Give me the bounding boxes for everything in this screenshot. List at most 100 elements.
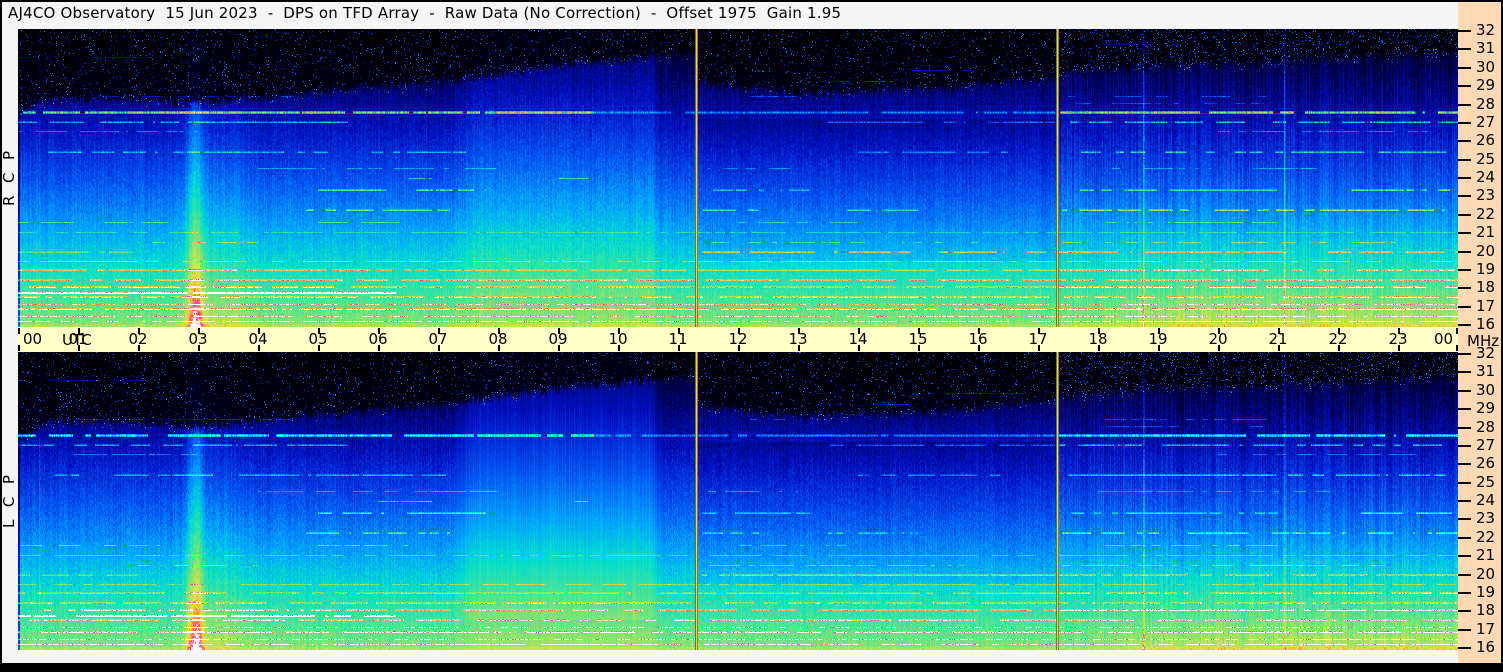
hour-label: 14 [848, 330, 868, 348]
hour-label: 13 [788, 330, 808, 348]
freq-tick [1458, 177, 1471, 179]
freq-tick [1458, 287, 1471, 290]
freq-tick [1458, 463, 1471, 466]
freq-label: 30 [1476, 380, 1496, 399]
freq-label: 25 [1476, 472, 1496, 491]
spectrogram-rcp [18, 29, 1458, 327]
hour-label: 07 [428, 330, 448, 348]
freq-label: 16 [1476, 315, 1496, 333]
freq-tick [1458, 628, 1471, 631]
hour-tick [1456, 328, 1458, 334]
freq-tick [1458, 232, 1471, 235]
freq-label: 32 [1476, 344, 1496, 362]
page-title: AJ4CO Observatory 15 Jun 2023 - DPS on T… [8, 4, 842, 22]
freq-label: 18 [1476, 278, 1496, 297]
freq-label: 30 [1476, 57, 1496, 76]
hour-label: 11 [668, 330, 688, 348]
hour-label: 08 [488, 330, 508, 348]
freq-label: 28 [1476, 417, 1496, 436]
freq-label: 28 [1476, 94, 1496, 113]
freq-tick [1458, 213, 1471, 216]
freq-tick [1458, 103, 1471, 106]
freq-tick [1458, 140, 1471, 143]
hour-label: 21 [1268, 330, 1288, 348]
freq-label: 31 [1476, 362, 1496, 381]
hour-label: 03 [188, 330, 208, 348]
freq-label: 24 [1476, 168, 1496, 186]
freq-label: 23 [1476, 186, 1496, 205]
freq-label: 20 [1476, 564, 1496, 583]
freq-label: 19 [1476, 582, 1496, 601]
freq-label: 23 [1476, 509, 1496, 528]
freq-tick [1458, 444, 1471, 447]
freq-tick [1458, 121, 1471, 124]
hour-label: 19 [1148, 330, 1168, 348]
hour-label: 05 [308, 330, 328, 348]
freq-label: 29 [1476, 76, 1496, 95]
freq-label: 24 [1476, 491, 1496, 509]
hour-label: 17 [1028, 330, 1048, 348]
freq-tick [1458, 481, 1471, 484]
hour-label: 10 [608, 330, 628, 348]
freq-tick [1458, 610, 1471, 613]
freq-tick [1458, 66, 1471, 69]
freq-label: 22 [1476, 527, 1496, 546]
hour-tick [1456, 345, 1458, 351]
freq-tick [1458, 408, 1471, 411]
freq-tick [1458, 518, 1471, 521]
hour-label: 00 [23, 330, 43, 348]
hour-tick [18, 328, 20, 334]
spectrogram-lcp [18, 352, 1458, 650]
freq-tick [1458, 353, 1471, 355]
hour-label: 04 [248, 330, 268, 348]
freq-tick [1458, 426, 1471, 429]
freq-label: 27 [1476, 112, 1496, 131]
freq-tick [1458, 30, 1471, 32]
freq-label: 26 [1476, 454, 1496, 473]
polarization-label-rcp: R C P [0, 150, 18, 207]
radio-spectrograph-screen: AJ4CO Observatory 15 Jun 2023 - DPS on T… [0, 0, 1503, 672]
freq-tick [1458, 591, 1471, 594]
freq-tick [1458, 48, 1471, 51]
hour-tick [18, 345, 20, 351]
polarization-label-lcp: L C P [0, 474, 18, 528]
freq-label: 27 [1476, 435, 1496, 454]
freq-label: 21 [1476, 546, 1496, 565]
freq-label: 31 [1476, 39, 1496, 58]
freq-tick [1458, 85, 1471, 88]
freq-label: 22 [1476, 204, 1496, 223]
freq-tick [1458, 268, 1471, 271]
freq-tick [1458, 389, 1471, 392]
hour-label: 23 [1388, 330, 1408, 348]
hour-label: 06 [368, 330, 388, 348]
hour-label: 02 [128, 330, 148, 348]
freq-tick [1458, 158, 1471, 161]
freq-tick [1458, 250, 1471, 253]
hour-label: 09 [548, 330, 568, 348]
freq-tick [1458, 324, 1471, 326]
freq-tick [1458, 305, 1471, 308]
freq-label: 25 [1476, 149, 1496, 168]
hour-label: 12 [728, 330, 748, 348]
freq-tick [1458, 647, 1471, 649]
hour-label: 01 [68, 330, 88, 348]
freq-label: 20 [1476, 241, 1496, 260]
freq-tick [1458, 536, 1471, 539]
hour-label: 00 [1434, 330, 1454, 348]
hour-label: 22 [1328, 330, 1348, 348]
hour-label: 20 [1208, 330, 1228, 348]
freq-label: 16 [1476, 638, 1496, 656]
freq-label: 21 [1476, 223, 1496, 242]
freq-tick [1458, 555, 1471, 558]
freq-label: 29 [1476, 399, 1496, 418]
time-axis: UTC 00 01 02 03 04 05 06 07 08 09 10 11 12 13 14 15 16 17… [18, 327, 1458, 352]
hour-label: 16 [968, 330, 988, 348]
hour-label: 15 [908, 330, 928, 348]
freq-tick [1458, 371, 1471, 374]
freq-label: 32 [1476, 21, 1496, 39]
freq-label: 26 [1476, 131, 1496, 150]
freq-label: 17 [1476, 619, 1496, 638]
hour-label: 18 [1088, 330, 1108, 348]
freq-label: 19 [1476, 259, 1496, 278]
freq-label: 17 [1476, 296, 1496, 315]
